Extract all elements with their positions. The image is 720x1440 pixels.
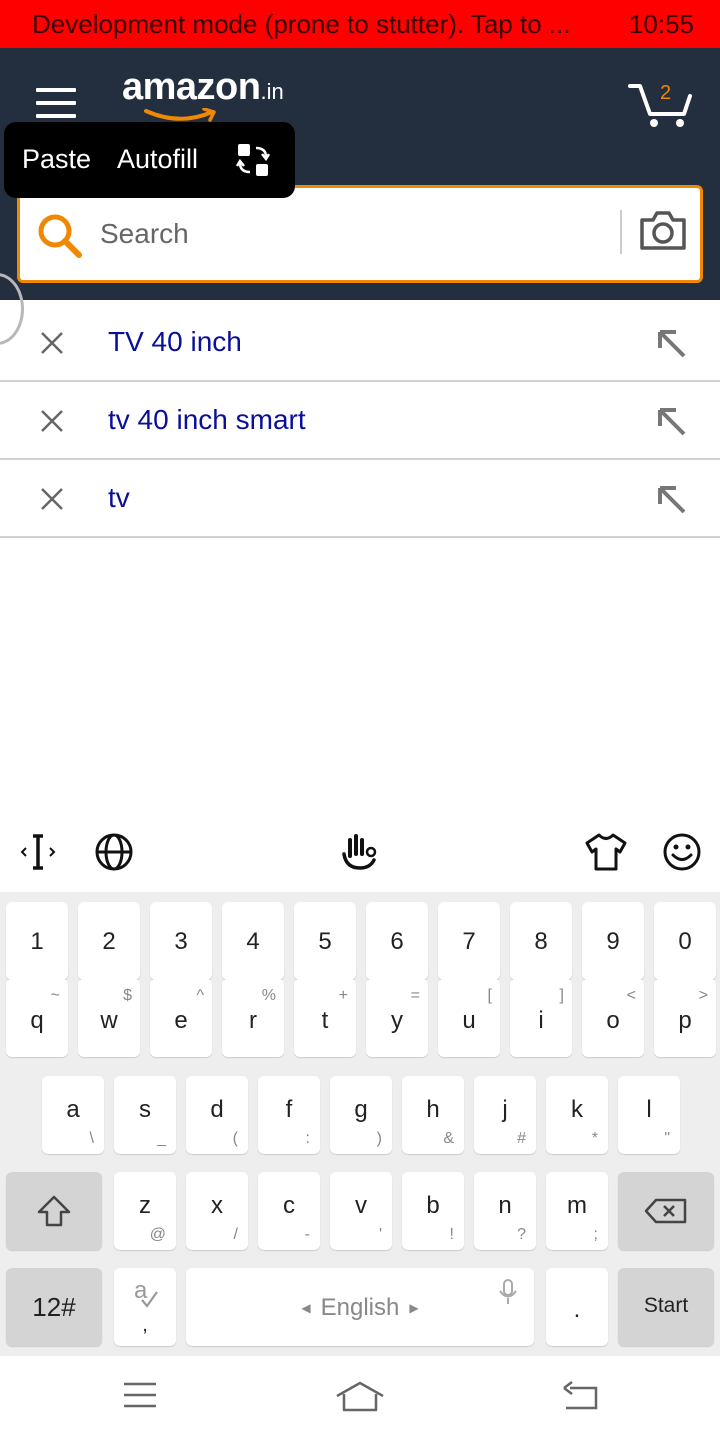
key-c[interactable]: c- bbox=[258, 1172, 320, 1250]
key-r[interactable]: r% bbox=[222, 979, 284, 1057]
key-q[interactable]: q ~ bbox=[6, 979, 68, 1057]
status-time: 10:55 bbox=[628, 9, 694, 39]
globe-icon[interactable] bbox=[94, 832, 134, 877]
suggestion-item[interactable]: tv 40 inch smart bbox=[0, 382, 720, 460]
svg-text:a: a bbox=[134, 1278, 148, 1304]
dev-mode-message: Development mode (prone to stutter). Tap… bbox=[32, 9, 571, 39]
search-icon[interactable] bbox=[36, 212, 84, 265]
key-4[interactable]: 4 bbox=[222, 902, 284, 980]
key-3[interactable]: 3 bbox=[150, 902, 212, 980]
key-p[interactable]: p > bbox=[654, 979, 716, 1057]
cart-count: 2 bbox=[660, 82, 672, 104]
key-8[interactable]: 8 bbox=[510, 902, 572, 980]
shift-key[interactable] bbox=[6, 1172, 102, 1250]
recents-icon[interactable] bbox=[122, 1380, 158, 1415]
theme-shirt-icon[interactable] bbox=[584, 832, 628, 877]
swap-icon[interactable] bbox=[235, 142, 271, 185]
soft-keyboard: 1 2 3 4 5 6 7 8 9 0 q ~ w $ e ^ r% t + y = u[… bbox=[0, 892, 720, 1356]
key-a[interactable]: a \ bbox=[42, 1076, 104, 1154]
enter-key[interactable]: Start bbox=[618, 1268, 714, 1346]
search-input[interactable] bbox=[100, 210, 600, 258]
cart-button[interactable]: 2 bbox=[628, 78, 694, 130]
key-m[interactable]: m; bbox=[546, 1172, 608, 1250]
language-switch-icon: a bbox=[134, 1278, 158, 1308]
suggestion-text: TV 40 inch bbox=[108, 326, 242, 357]
fill-query-arrow-icon[interactable] bbox=[656, 328, 688, 365]
key-f[interactable]: f: bbox=[258, 1076, 320, 1154]
home-icon[interactable] bbox=[334, 1380, 386, 1419]
key-s[interactable]: s _ bbox=[114, 1076, 176, 1154]
period-key[interactable]: . bbox=[546, 1268, 608, 1346]
key-i[interactable]: i] bbox=[510, 979, 572, 1057]
key-e[interactable]: e ^ bbox=[150, 979, 212, 1057]
shift-icon bbox=[37, 1195, 71, 1227]
key-g[interactable]: g) bbox=[330, 1076, 392, 1154]
key-6[interactable]: 6 bbox=[366, 902, 428, 980]
key-t[interactable]: t + bbox=[294, 979, 356, 1057]
fill-query-arrow-icon[interactable] bbox=[656, 484, 688, 521]
remove-suggestion-icon[interactable] bbox=[40, 409, 64, 438]
key-l[interactable]: l " bbox=[618, 1076, 680, 1154]
camera-icon[interactable] bbox=[638, 210, 688, 257]
dev-mode-banner[interactable]: Development mode (prone to stutter). Tap… bbox=[0, 0, 720, 48]
emoji-icon[interactable] bbox=[662, 832, 702, 877]
key-h[interactable]: h & bbox=[402, 1076, 464, 1154]
remove-suggestion-icon[interactable] bbox=[40, 331, 64, 360]
suggestion-text: tv 40 inch smart bbox=[108, 404, 306, 435]
amazon-logo[interactable]: amazon.in bbox=[122, 66, 284, 126]
key-n[interactable]: n? bbox=[474, 1172, 536, 1250]
back-icon[interactable] bbox=[560, 1380, 600, 1417]
search-divider bbox=[620, 210, 622, 254]
key-y[interactable]: y = bbox=[366, 979, 428, 1057]
microphone-icon bbox=[499, 1279, 517, 1304]
gesture-hand-icon[interactable] bbox=[340, 832, 380, 879]
clipboard-popup: Paste Autofill bbox=[4, 122, 295, 198]
key-b[interactable]: b! bbox=[402, 1172, 464, 1250]
key-z[interactable]: z @ bbox=[114, 1172, 176, 1250]
suggestion-text: tv bbox=[108, 482, 130, 513]
key-j[interactable]: j # bbox=[474, 1076, 536, 1154]
key-9[interactable]: 9 bbox=[582, 902, 644, 980]
key-1[interactable]: 1 bbox=[6, 902, 68, 980]
key-k[interactable]: k * bbox=[546, 1076, 608, 1154]
symbols-key[interactable]: 12# bbox=[6, 1268, 102, 1346]
key-7[interactable]: 7 bbox=[438, 902, 500, 980]
keyboard-toolbar bbox=[0, 818, 720, 892]
key-2[interactable]: 2 bbox=[78, 902, 140, 980]
search-bar[interactable] bbox=[17, 185, 703, 283]
remove-suggestion-icon[interactable] bbox=[40, 487, 64, 516]
fill-query-arrow-icon[interactable] bbox=[656, 406, 688, 443]
key-w[interactable]: w $ bbox=[78, 979, 140, 1057]
key-5[interactable]: 5 bbox=[294, 902, 356, 980]
backspace-icon bbox=[644, 1198, 687, 1224]
logo-text: amazon bbox=[122, 66, 261, 108]
paste-button[interactable]: Paste bbox=[22, 144, 91, 175]
key-0[interactable]: 0 bbox=[654, 902, 716, 980]
key-u[interactable]: u[ bbox=[438, 979, 500, 1057]
suggestion-item[interactable]: tv bbox=[0, 460, 720, 538]
comma-key[interactable]: a , bbox=[114, 1268, 176, 1346]
key-x[interactable]: x / bbox=[186, 1172, 248, 1250]
text-cursor-icon[interactable] bbox=[20, 832, 56, 877]
autofill-button[interactable]: Autofill bbox=[117, 144, 198, 175]
key-o[interactable]: o < bbox=[582, 979, 644, 1057]
suggestion-item[interactable]: TV 40 inch bbox=[0, 304, 720, 382]
space-language-label: English bbox=[320, 1294, 400, 1321]
key-d[interactable]: d( bbox=[186, 1076, 248, 1154]
system-nav-bar bbox=[0, 1356, 720, 1440]
logo-tld: .in bbox=[260, 79, 284, 104]
search-suggestions: TV 40 inch tv 40 inch smart tv bbox=[0, 304, 720, 538]
menu-icon[interactable] bbox=[36, 88, 76, 120]
key-v[interactable]: v ' bbox=[330, 1172, 392, 1250]
backspace-key[interactable] bbox=[618, 1172, 714, 1250]
space-key[interactable]: ◀ English ▶ bbox=[186, 1268, 534, 1346]
